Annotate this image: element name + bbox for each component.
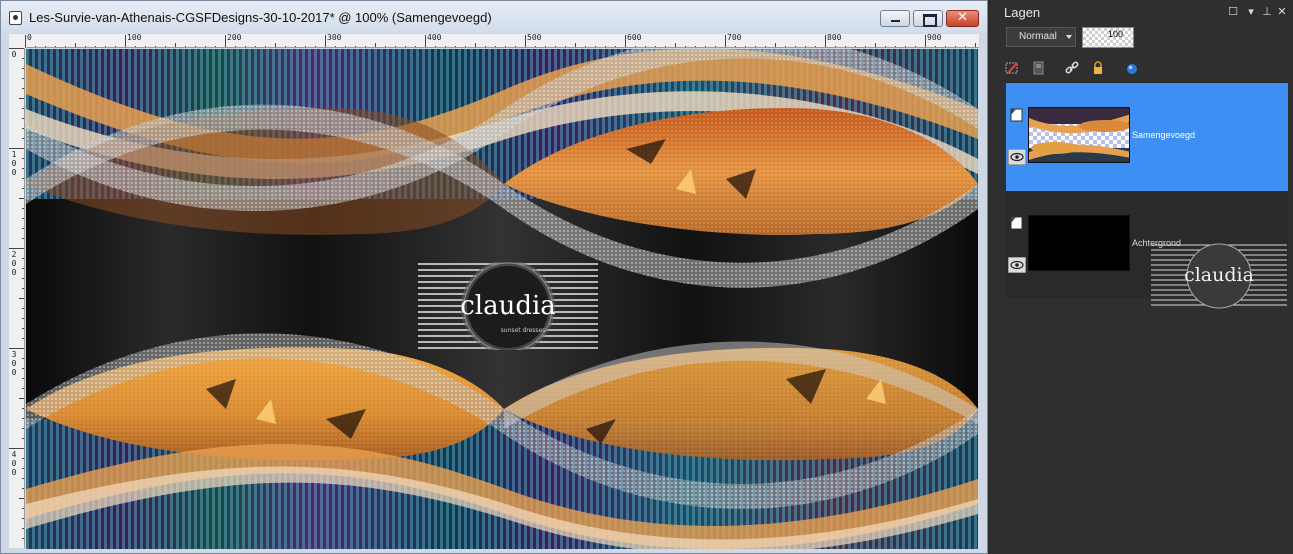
ruler-label: 0	[27, 34, 32, 42]
layer-name: Samengevoegd	[1132, 130, 1196, 140]
layer-type-icon	[1010, 108, 1023, 122]
layers-panel[interactable]: Lagen ☐ ▾ ⊥ ✕ Normaal 100 Samengevoegd A…	[990, 0, 1293, 554]
ruler-label: 300	[11, 350, 17, 377]
chevron-down-icon	[1066, 35, 1072, 39]
drag-ghost-text: claudia	[1184, 264, 1254, 286]
watermark-subtext: sunset dresses	[501, 327, 546, 334]
document-titlebar[interactable]: Les-Survie-van-Athenais-CGSFDesigns-30-1…	[1, 1, 987, 33]
edit-selection-icon[interactable]	[1004, 60, 1020, 76]
ruler-label: 500	[527, 34, 542, 42]
ruler-label: 900	[927, 34, 942, 42]
blend-ranges-icon[interactable]	[1124, 60, 1140, 76]
ruler-label: 100	[11, 150, 17, 177]
ruler-label: 200	[11, 250, 17, 277]
ruler-label: 400	[11, 450, 17, 477]
ruler-vertical: 0 100 200 300 400	[9, 48, 25, 548]
ruler-label: 800	[827, 34, 842, 42]
close-button[interactable]: ✕	[946, 10, 979, 27]
ruler-label: 700	[727, 34, 742, 42]
drag-ghost-image: claudia	[1151, 243, 1287, 309]
layer-thumbnail	[1028, 107, 1130, 163]
eye-icon[interactable]	[1008, 257, 1026, 273]
document-icon	[9, 11, 22, 25]
ruler-horizontal: 0 100 200 300 400 500 600 700 800 900	[25, 34, 979, 48]
ruler-corner	[9, 34, 25, 48]
close-icon: ✕	[957, 10, 968, 25]
ruler-label: 300	[327, 34, 342, 42]
lock-icon[interactable]	[1090, 60, 1106, 76]
layer-thumbnail-art	[1029, 108, 1129, 162]
image-canvas[interactable]: claudia sunset dresses	[26, 49, 978, 549]
panel-close-icon[interactable]: ✕	[1277, 6, 1287, 17]
layer-row-samengevoegd[interactable]: Samengevoegd	[1006, 83, 1288, 191]
maximize-button[interactable]	[913, 10, 943, 27]
opacity-value: 100	[1107, 29, 1123, 39]
ruler-label: 600	[627, 34, 642, 42]
panel-menu-icon[interactable]: ▾	[1246, 6, 1256, 17]
panel-maximize-icon[interactable]: ☐	[1228, 6, 1238, 17]
opacity-input[interactable]: 100	[1082, 27, 1134, 48]
minimize-button[interactable]	[880, 10, 910, 27]
blend-mode-value: Normaal	[1019, 31, 1057, 42]
layer-thumbnail	[1028, 215, 1130, 271]
ruler-label: 400	[427, 34, 442, 42]
lock-transparency-icon[interactable]	[1030, 60, 1046, 76]
watermark-text: claudia	[460, 291, 556, 321]
ruler-label: 0	[11, 50, 17, 59]
watermark-logo: claudia sunset dresses	[418, 262, 598, 350]
document-window[interactable]: Les-Survie-van-Athenais-CGSFDesigns-30-1…	[0, 0, 988, 554]
panel-title: Lagen	[1004, 5, 1041, 20]
ruler-label: 100	[127, 34, 142, 42]
ruler-label: 200	[227, 34, 242, 42]
layer-list[interactable]: Samengevoegd Achtergrond claudia	[1006, 82, 1288, 309]
eye-icon[interactable]	[1008, 149, 1026, 165]
blend-mode-select[interactable]: Normaal	[1006, 27, 1076, 47]
layer-type-icon	[1010, 216, 1023, 230]
document-title: Les-Survie-van-Athenais-CGSFDesigns-30-1…	[29, 10, 492, 25]
link-icon[interactable]	[1064, 60, 1080, 76]
panel-pin-icon[interactable]: ⊥	[1262, 6, 1272, 17]
